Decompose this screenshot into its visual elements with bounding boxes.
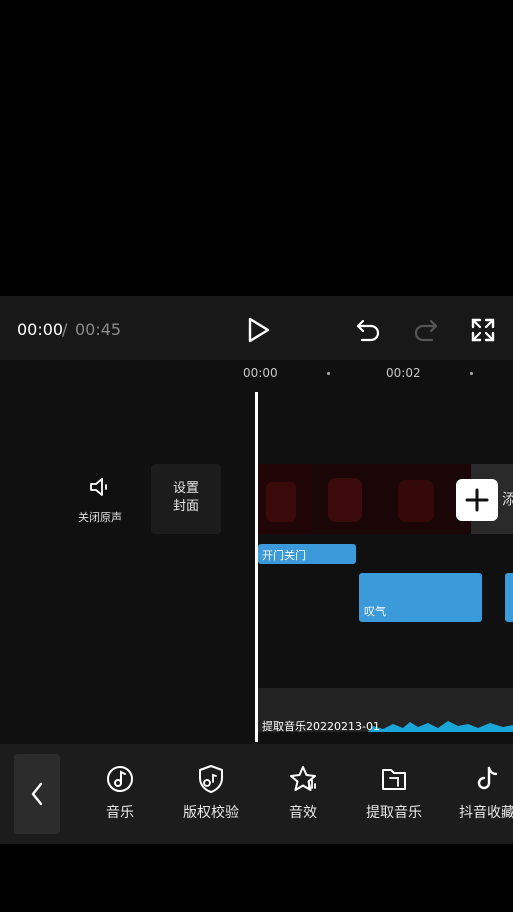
toolbar-item-extract-music[interactable]: 提取音乐 xyxy=(363,764,425,822)
plus-icon xyxy=(465,488,489,512)
speaker-mute-icon xyxy=(90,478,107,496)
tick-dot xyxy=(327,372,330,375)
undo-button[interactable] xyxy=(354,316,384,344)
fullscreen-button[interactable] xyxy=(468,316,498,344)
redo-icon xyxy=(414,319,438,342)
redo-button[interactable] xyxy=(410,316,440,344)
undo-icon xyxy=(356,319,380,342)
play-icon xyxy=(248,317,270,343)
add-label: 添 xyxy=(502,490,513,508)
folder-icon xyxy=(382,769,406,790)
sound-effect-star-icon xyxy=(290,766,316,791)
time-tick: 00:00 xyxy=(243,366,278,380)
video-preview[interactable] xyxy=(0,0,513,296)
video-frame-blur xyxy=(266,482,296,522)
tiktok-icon xyxy=(477,766,498,790)
copyright-shield-icon xyxy=(199,765,223,793)
time-tick: 00:02 xyxy=(386,366,421,380)
video-frame-blur xyxy=(328,478,362,522)
toolbar-item-label: 音乐 xyxy=(106,805,134,821)
playhead[interactable] xyxy=(255,392,258,742)
music-clip-label: 提取音乐20220213-01 xyxy=(262,720,380,733)
add-clip-button[interactable] xyxy=(456,479,498,521)
tick-dot xyxy=(470,372,473,375)
video-clip[interactable] xyxy=(258,464,472,534)
toolbar-item-douyin-favorites[interactable]: 抖音收藏 xyxy=(456,764,513,822)
toolbar-item-copyright-check[interactable]: 版权校验 xyxy=(180,764,242,822)
play-button[interactable] xyxy=(244,316,272,344)
time-separator: / xyxy=(62,320,68,339)
bottom-toolbar xyxy=(0,744,513,844)
current-time: 00:00 xyxy=(17,320,64,339)
cover-label-line2: 封面 xyxy=(172,499,199,514)
music-note-icon xyxy=(107,766,133,792)
sound-effect-clip[interactable] xyxy=(505,573,513,622)
toolbar-item-music[interactable]: 音乐 xyxy=(98,764,142,822)
sound-effect-clip[interactable]: 开门关门 xyxy=(258,544,356,564)
mute-original-audio-button[interactable]: 关闭原声 xyxy=(72,475,128,531)
toolbar-item-sound-effects[interactable]: 音效 xyxy=(281,764,325,822)
chevron-left-icon xyxy=(31,782,43,806)
set-cover-button[interactable]: 设置 封面 xyxy=(151,464,221,534)
toolbar-item-label: 抖音收藏 xyxy=(459,805,513,821)
cover-label-line1: 设置 xyxy=(172,481,199,496)
total-time: 00:45 xyxy=(75,320,122,339)
toolbar-item-label: 音效 xyxy=(289,805,317,821)
toolbar-item-label: 提取音乐 xyxy=(366,805,422,821)
back-button[interactable] xyxy=(14,754,60,834)
toolbar-item-label: 版权校验 xyxy=(183,805,239,821)
sound-effect-clip[interactable]: 叹气 xyxy=(359,573,482,622)
fullscreen-icon xyxy=(471,318,495,342)
video-frame-blur xyxy=(398,480,434,522)
mute-label: 关闭原声 xyxy=(78,511,122,524)
bottom-blank-area xyxy=(0,844,513,912)
